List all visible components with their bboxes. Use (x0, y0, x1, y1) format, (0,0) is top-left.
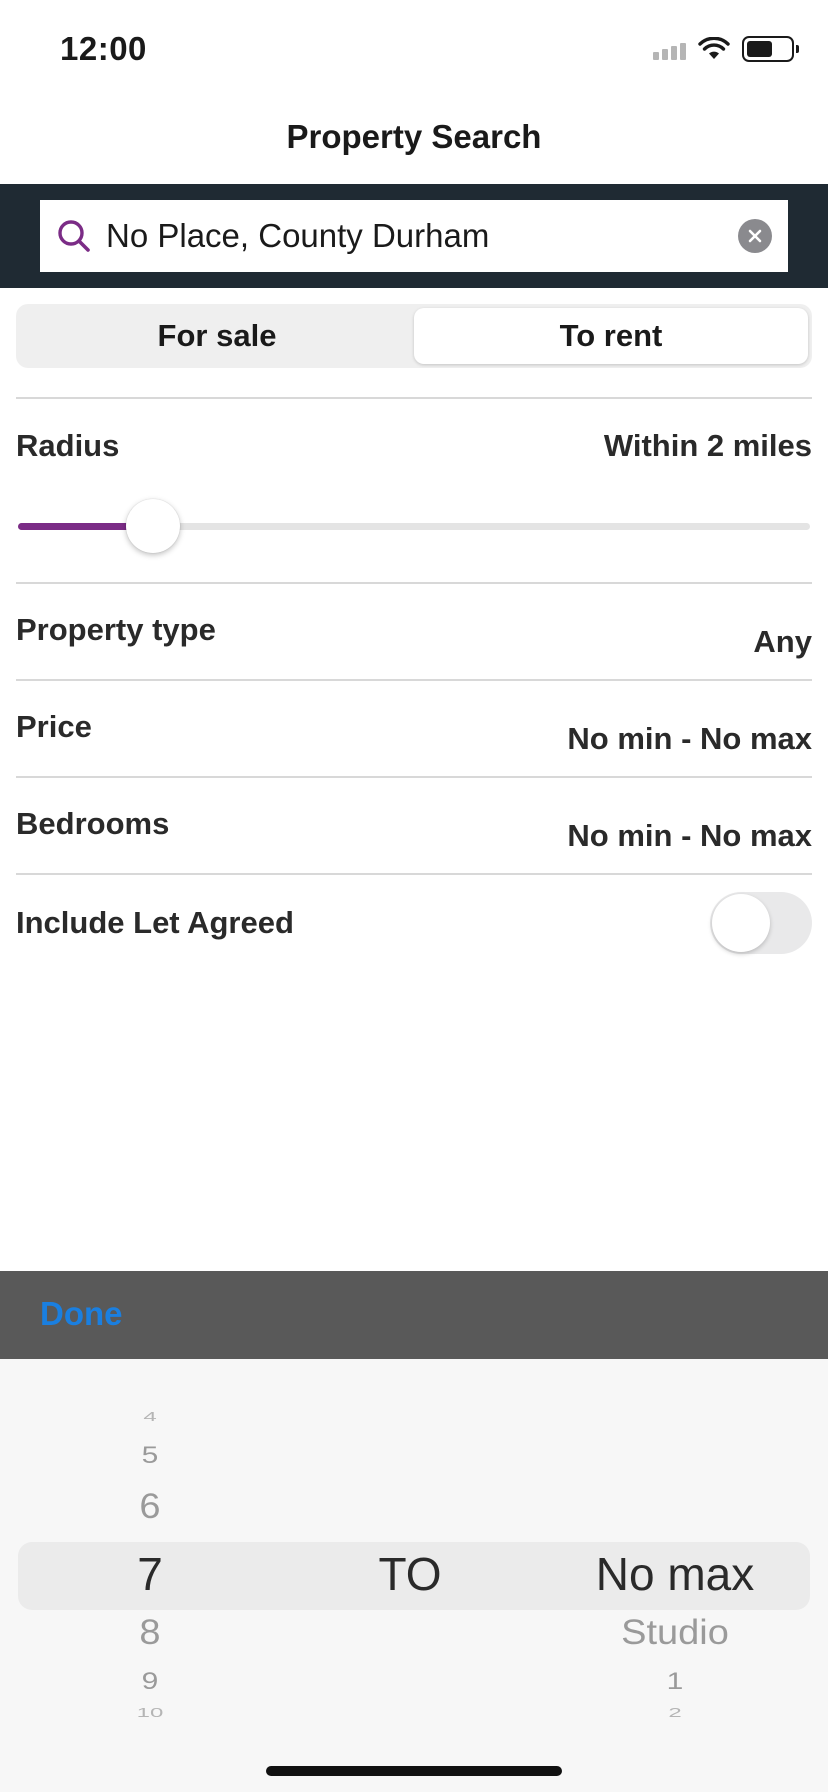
divider (16, 679, 812, 681)
divider (16, 397, 812, 399)
price-value: No min - No max (567, 721, 812, 756)
home-indicator (266, 1766, 562, 1776)
divider (16, 873, 812, 875)
picker-min-option[interactable]: 5 (90, 1442, 210, 1469)
picker-min-option[interactable]: 6 (90, 1488, 210, 1528)
include-let-agreed-row: Include Let Agreed (16, 892, 812, 954)
cellular-signal-icon (653, 38, 686, 60)
picker-min-option[interactable]: 10 (90, 1705, 210, 1720)
picker-max-selected[interactable]: No max (560, 1547, 790, 1601)
toggle-knob (712, 894, 770, 952)
picker-min-option[interactable]: 8 (90, 1614, 210, 1654)
price-row[interactable]: Price No min - No max (16, 709, 812, 757)
bedrooms-label: Bedrooms (16, 806, 170, 841)
bedrooms-picker[interactable]: 4 5 6 7 8 9 10 TO No max Studio 1 2 (0, 1359, 828, 1792)
search-icon (58, 220, 90, 252)
clear-search-button[interactable] (738, 219, 772, 253)
radius-label: Radius (16, 428, 120, 463)
picker-min-selected[interactable]: 7 (90, 1547, 210, 1601)
page-title: Property Search (286, 118, 542, 155)
price-label: Price (16, 709, 92, 744)
picker-min-option[interactable]: 9 (90, 1668, 210, 1695)
property-type-row[interactable]: Property type Any (16, 612, 812, 660)
picker-separator: TO (378, 1548, 442, 1600)
battery-icon (742, 36, 799, 62)
radius-row: Radius Within 2 miles (16, 428, 812, 464)
wifi-icon (698, 37, 730, 59)
picker-max-option[interactable]: 1 (560, 1668, 790, 1695)
status-icons (653, 34, 799, 64)
radius-slider[interactable] (18, 499, 810, 553)
radius-value: Within 2 miles (603, 428, 812, 463)
picker-min-option[interactable]: 4 (90, 1409, 210, 1424)
status-time: 12:00 (60, 30, 147, 67)
include-let-agreed-toggle[interactable] (710, 892, 812, 954)
tab-to-rent[interactable]: To rent (414, 308, 808, 364)
picker-max-option[interactable]: Studio (560, 1614, 790, 1654)
bedrooms-value: No min - No max (567, 818, 812, 853)
property-type-label: Property type (16, 612, 216, 647)
divider (16, 776, 812, 778)
done-button[interactable]: Done (40, 1295, 123, 1333)
search-bar-container: No Place, County Durham (0, 184, 828, 288)
status-bar: 12:00 (0, 0, 828, 100)
listing-type-segmented-control: For sale To rent (16, 304, 812, 368)
include-let-agreed-label: Include Let Agreed (16, 905, 294, 940)
picker-toolbar: Done (0, 1271, 828, 1359)
bedrooms-row[interactable]: Bedrooms No min - No max (16, 806, 812, 854)
tab-for-sale[interactable]: For sale (20, 308, 414, 364)
search-input[interactable]: No Place, County Durham (40, 200, 788, 272)
divider (16, 582, 812, 584)
picker-max-option[interactable]: 2 (560, 1705, 790, 1720)
search-input-value: No Place, County Durham (106, 217, 490, 254)
slider-thumb[interactable] (125, 499, 180, 553)
property-type-value: Any (753, 624, 812, 659)
close-icon (748, 229, 762, 243)
